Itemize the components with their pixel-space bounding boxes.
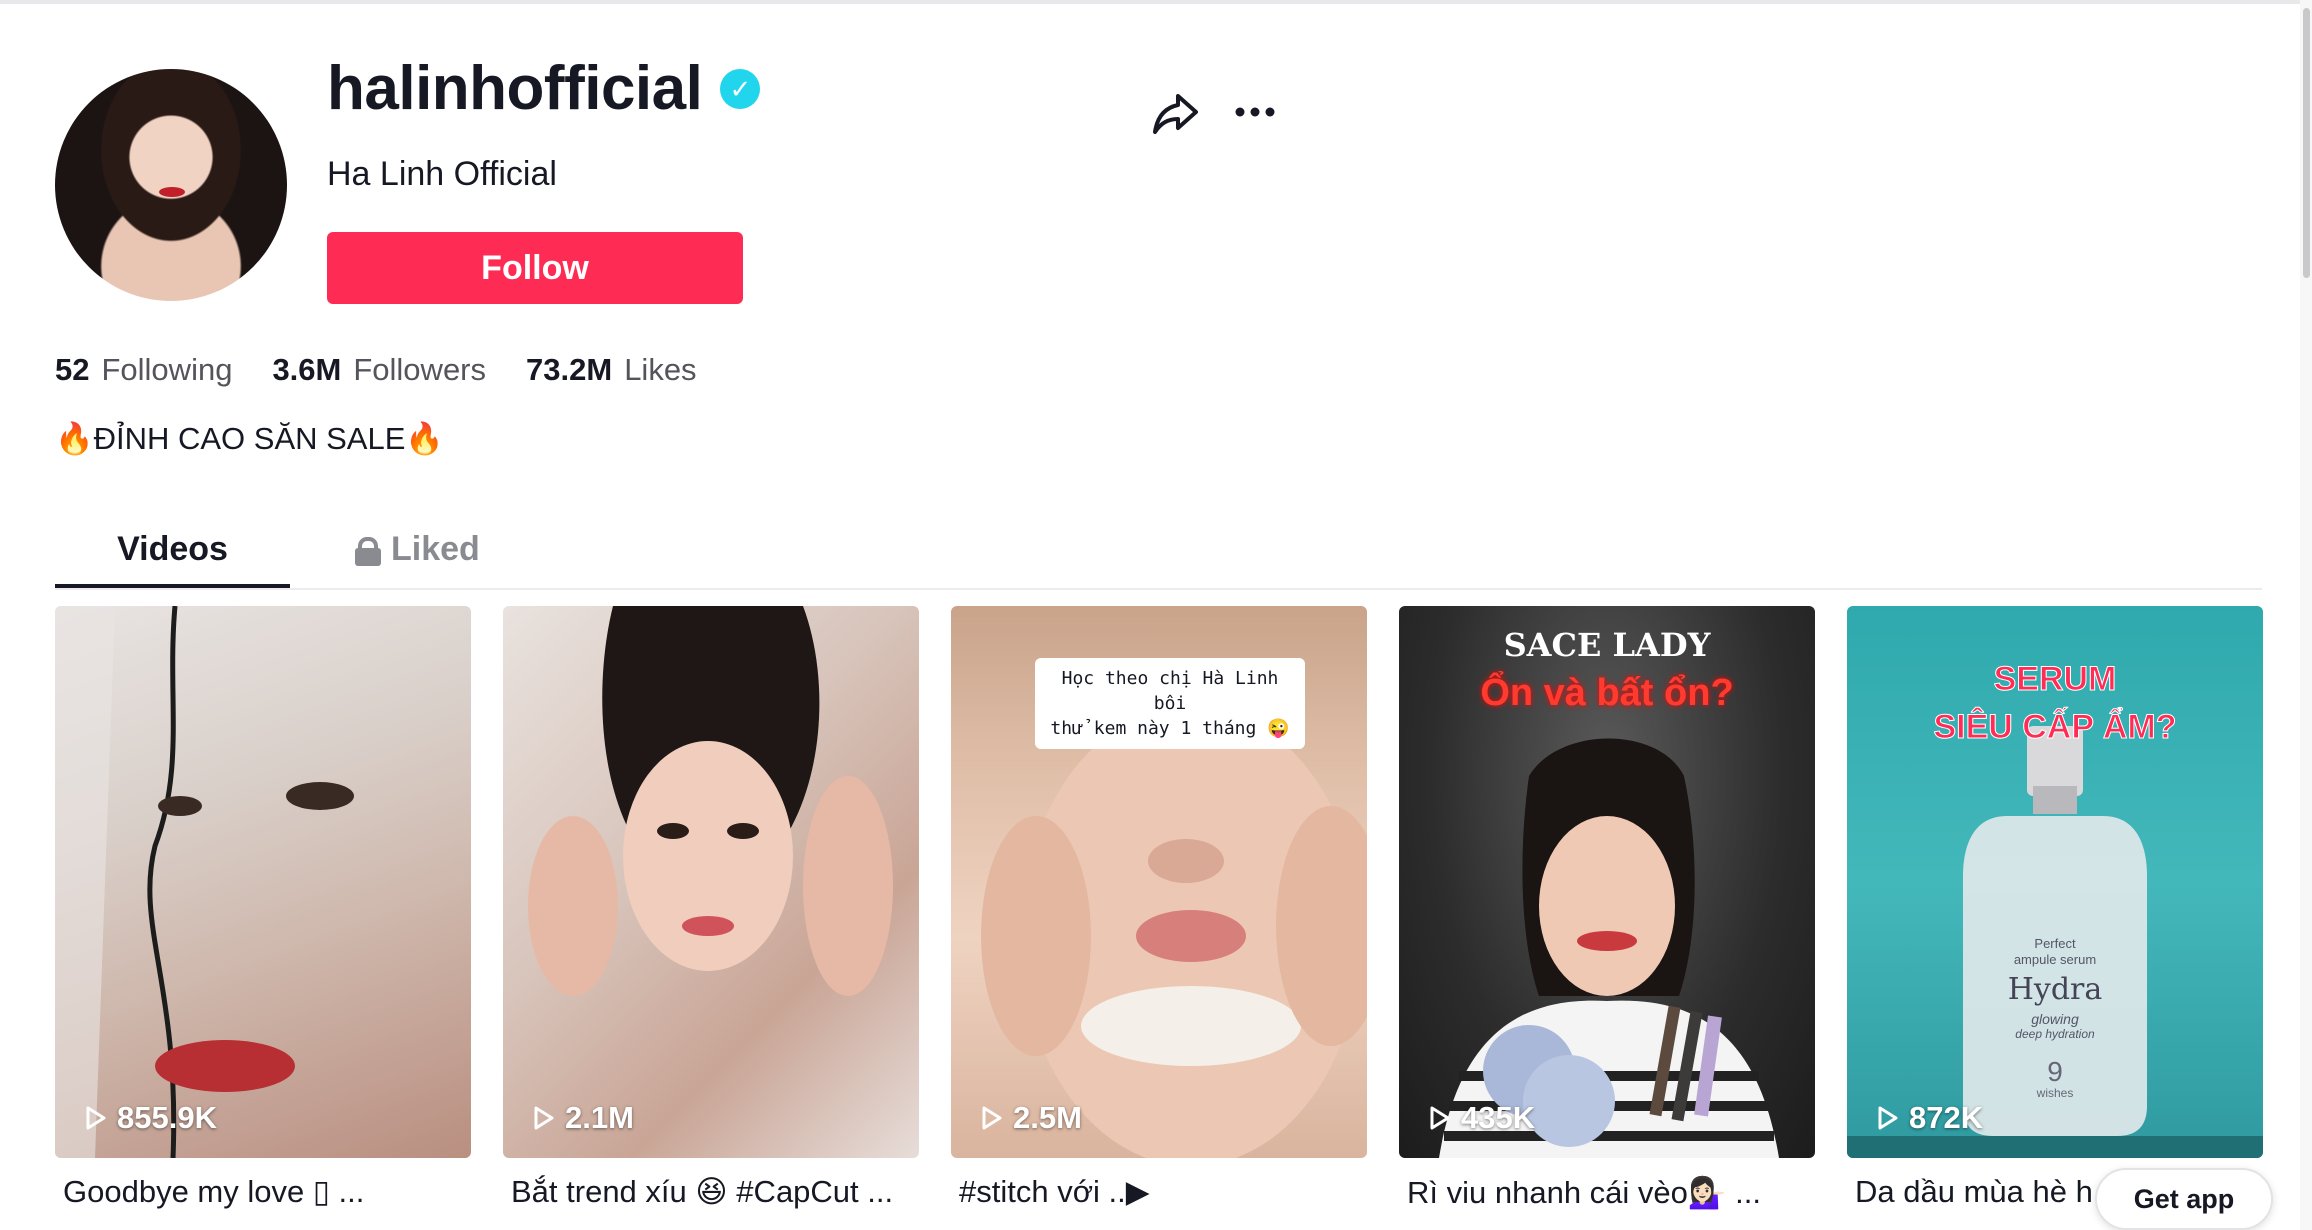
video-thumbnail[interactable]: Học theo chị Hà Linh bôi thử kem này 1 t… (951, 606, 1367, 1158)
stat-value: 52 (55, 352, 90, 387)
view-count-value: 855.9K (117, 1100, 217, 1135)
stat-label: Following (101, 352, 233, 387)
video-text-sticker: Học theo chị Hà Linh bôi thử kem này 1 t… (1035, 658, 1305, 749)
thumbnail-art (528, 606, 893, 996)
video-card[interactable]: 2.1M Bắt trend xíu 😆 #CapCut ... (503, 606, 919, 1210)
bio: 🔥ĐỈNH CAO SĂN SALE🔥 (55, 421, 444, 456)
video-overlay-title: SACE LADY (1503, 626, 1711, 664)
play-icon (533, 1105, 555, 1131)
play-icon (1429, 1105, 1451, 1131)
video-caption[interactable]: Bắt trend xíu 😆 #CapCut ... (503, 1174, 911, 1210)
video-caption[interactable]: Rì viu nhanh cái vèo💁🏻‍♀️ ... (1399, 1174, 1807, 1211)
view-count-value: 872K (1909, 1100, 1984, 1135)
video-thumbnail[interactable]: SERUM SIÊU CẤP ẨM? Perfect ampule serum … (1847, 606, 2263, 1158)
tab-label: Videos (117, 530, 228, 568)
video-overlay-subtitle: Ổn và bất ổn? (1480, 672, 1734, 714)
view-count: 435K (1429, 1100, 1535, 1136)
tab-label: Liked (391, 530, 480, 568)
video-thumbnail[interactable]: 855.9K (55, 606, 471, 1158)
stat-followers[interactable]: 3.6M Followers (272, 352, 486, 388)
bottle-label: 9 (2047, 1056, 2063, 1087)
get-app-button[interactable]: Get app (2095, 1168, 2273, 1230)
tab-videos[interactable]: Videos (55, 530, 290, 569)
stat-label: Followers (353, 352, 487, 387)
video-caption[interactable]: #stitch với ..▶ (951, 1174, 1359, 1210)
top-border (0, 0, 2312, 4)
avatar[interactable] (55, 69, 287, 301)
bottle-label: glowing (2031, 1011, 2079, 1027)
lock-icon (355, 536, 381, 566)
view-count: 872K (1877, 1100, 1983, 1136)
video-overlay-subtitle: SIÊU CẤP ẨM? (1933, 708, 2177, 747)
profile-tabs: Videos Liked (55, 520, 2262, 590)
play-icon (85, 1105, 107, 1131)
sticker-line: Học theo chị Hà Linh bôi (1061, 668, 1279, 714)
view-count-value: 2.1M (565, 1100, 634, 1135)
bottle-label: wishes (2036, 1086, 2074, 1100)
scrollbar[interactable] (2300, 0, 2312, 1230)
view-count: 2.1M (533, 1100, 634, 1136)
scrollbar-thumb[interactable] (2303, 8, 2310, 278)
view-count-value: 2.5M (1013, 1100, 1082, 1135)
bottle-label: deep hydration (2015, 1027, 2095, 1041)
verified-icon: ✓ (720, 69, 761, 109)
view-count-value: 435K (1461, 1100, 1536, 1135)
active-tab-indicator (55, 584, 290, 588)
stat-following[interactable]: 52 Following (55, 352, 232, 388)
more-icon[interactable] (1230, 92, 1280, 132)
video-overlay-title: SERUM (1993, 660, 2117, 699)
video-thumbnail[interactable]: 2.1M (503, 606, 919, 1158)
follow-button[interactable]: Follow (327, 232, 743, 304)
username-row: halinhofficial ✓ (327, 54, 761, 123)
video-card[interactable]: SACE LADY Ổn và bất ổn? 435K Rì viu nhan… (1399, 606, 1815, 1211)
tab-liked[interactable]: Liked (355, 530, 480, 569)
play-icon (981, 1105, 1003, 1131)
video-card[interactable]: 855.9K Goodbye my love ▯ ... (55, 606, 471, 1210)
bottle-label: Hydra (2007, 972, 2103, 1007)
share-icon[interactable] (1150, 88, 1200, 138)
view-count: 2.5M (981, 1100, 1082, 1136)
stat-likes: 73.2M Likes (526, 352, 697, 388)
video-thumbnail[interactable]: SACE LADY Ổn và bất ổn? 435K (1399, 606, 1815, 1158)
stat-label: Likes (624, 352, 697, 387)
video-card[interactable]: SERUM SIÊU CẤP ẨM? Perfect ampule serum … (1847, 606, 2263, 1210)
bottle-label: Perfect (2034, 936, 2076, 951)
thumbnail-art (55, 606, 354, 1158)
stat-value: 3.6M (272, 352, 342, 387)
stat-value: 73.2M (526, 352, 613, 387)
display-name: Ha Linh Official (327, 155, 557, 193)
video-caption[interactable]: Goodbye my love ▯ ... (55, 1174, 463, 1210)
video-card[interactable]: Học theo chị Hà Linh bôi thử kem này 1 t… (951, 606, 1367, 1210)
view-count: 855.9K (85, 1100, 217, 1136)
sticker-line: thử kem này 1 tháng 😜 (1050, 718, 1290, 739)
play-icon (1877, 1105, 1899, 1131)
username: halinhofficial (327, 54, 703, 123)
avatar-detail (159, 187, 185, 197)
profile-stats: 52 Following 3.6M Followers 73.2M Likes (55, 352, 697, 388)
bottle-label: ampule serum (2013, 952, 2097, 967)
